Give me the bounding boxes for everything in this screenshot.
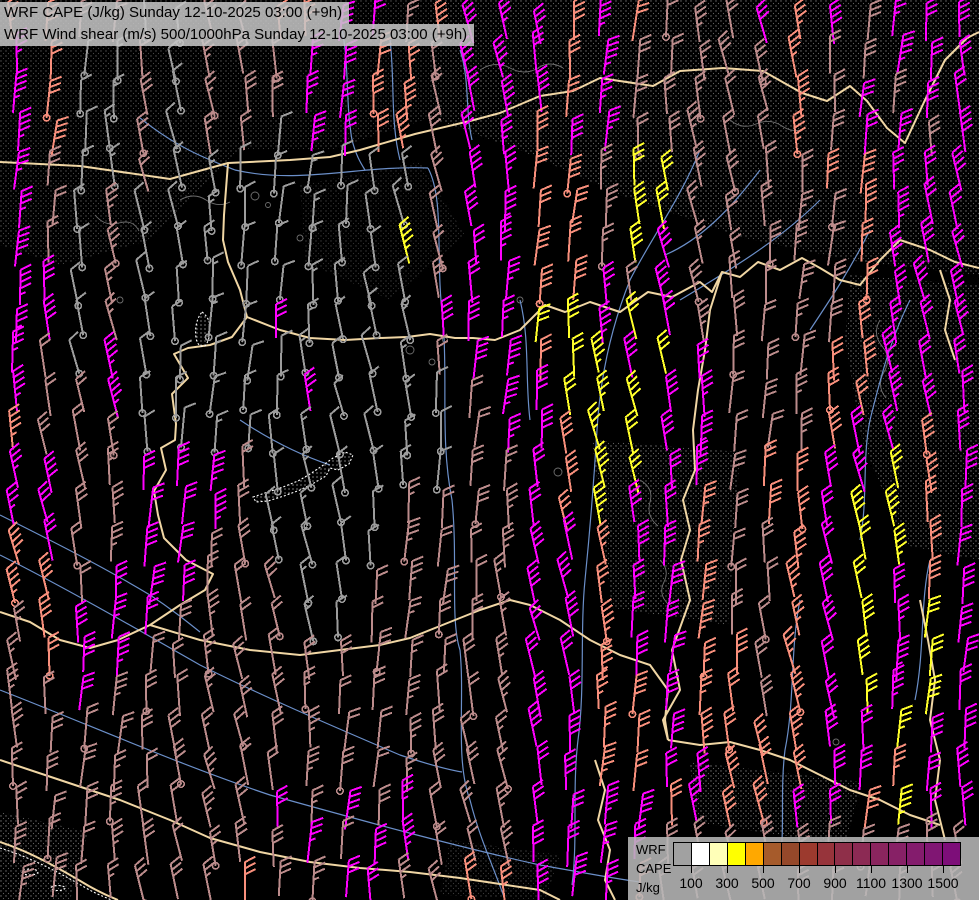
legend-cell: [889, 843, 907, 865]
title-line-shear: WRF Wind shear (m/s) 500/1000hPa Sunday …: [0, 24, 474, 46]
legend-tick-value: 500: [751, 875, 774, 891]
legend-tick-value: 700: [787, 875, 810, 891]
legend-cell: [853, 843, 871, 865]
legend-cell: [818, 843, 836, 865]
legend-cell: [871, 843, 889, 865]
cape-legend: WRF CAPE J/kg 100 300 500 700 900 1100 1300 150…: [628, 837, 979, 900]
legend-tick-mark: [871, 866, 872, 873]
legend-tick-value: 1500: [927, 875, 958, 891]
legend-label: WRF CAPE J/kg: [636, 840, 671, 897]
legend-color-bar: [673, 842, 961, 866]
legend-cell: [925, 843, 943, 865]
legend-tick-mark: [835, 866, 836, 873]
legend-cell: [710, 843, 728, 865]
legend-cell: [835, 843, 853, 865]
legend-tick-mark: [691, 866, 692, 873]
title-box: WRF CAPE (J/kg) Sunday 12-10-2025 03:00 …: [0, 2, 474, 46]
weather-map-screen: WRF CAPE (J/kg) Sunday 12-10-2025 03:00 …: [0, 0, 979, 900]
legend-cell: [764, 843, 782, 865]
legend-label-line: CAPE: [636, 859, 671, 878]
legend-cell: [943, 843, 960, 865]
legend-tick-value: 1100: [856, 875, 886, 891]
legend-cell: [907, 843, 925, 865]
legend-cell: [728, 843, 746, 865]
legend-tick-mark: [727, 866, 728, 873]
legend-tick-value: 100: [679, 875, 702, 891]
title-line-cape: WRF CAPE (J/kg) Sunday 12-10-2025 03:00 …: [0, 2, 349, 24]
legend-tick-mark: [943, 866, 944, 873]
legend-cell: [674, 843, 692, 865]
legend-cell: [692, 843, 710, 865]
legend-tick-value: 1300: [891, 875, 922, 891]
legend-cell: [746, 843, 764, 865]
legend-tick-value: 900: [823, 875, 846, 891]
legend-tick-mark: [799, 866, 800, 873]
legend-tick-value: 300: [715, 875, 738, 891]
legend-label-line: WRF: [636, 840, 671, 859]
legend-cell: [782, 843, 800, 865]
legend-tick-mark: [907, 866, 908, 873]
map-canvas: [0, 0, 979, 900]
legend-tick-mark: [763, 866, 764, 873]
legend-cell: [800, 843, 818, 865]
legend-label-line: J/kg: [636, 878, 671, 897]
